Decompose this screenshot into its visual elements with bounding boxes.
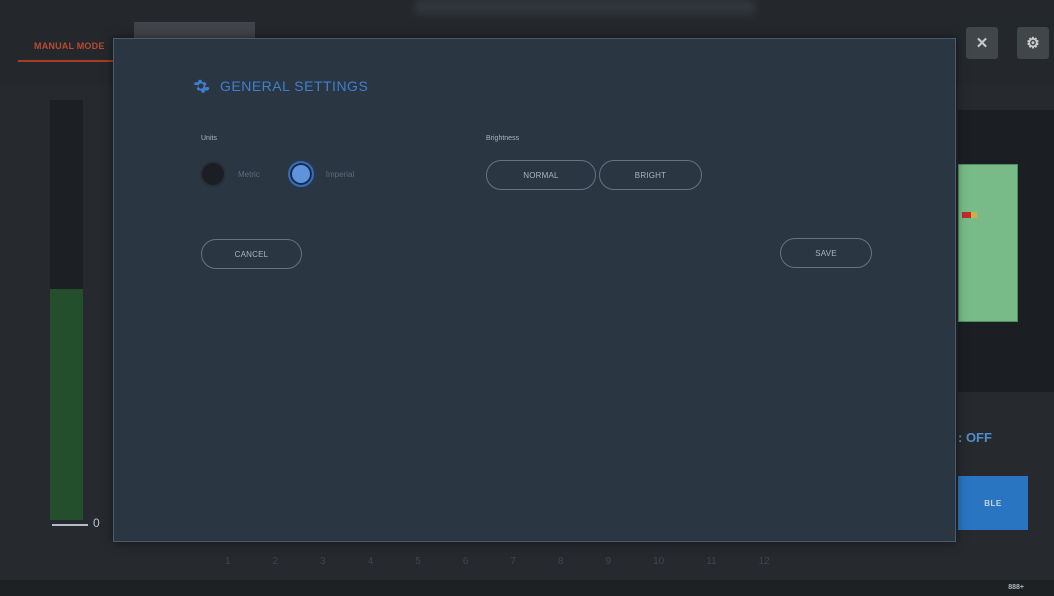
gear-icon: [193, 79, 210, 93]
radio-metric[interactable]: [200, 161, 226, 187]
brightness-bright-button[interactable]: BRIGHT: [599, 160, 702, 190]
units-radio-group: Metric Imperial: [200, 161, 382, 187]
cancel-button[interactable]: CANCEL: [201, 239, 302, 269]
brightness-label: Brightness: [486, 135, 520, 142]
dialog-title: GENERAL SETTINGS: [220, 78, 369, 94]
brightness-normal-button[interactable]: NORMAL: [486, 160, 596, 190]
settings-dialog: GENERAL SETTINGS Units Metric Imperial B…: [113, 38, 956, 542]
radio-imperial-label[interactable]: Imperial: [326, 170, 354, 179]
radio-imperial[interactable]: [287, 161, 314, 187]
units-label: Units: [201, 135, 217, 142]
dialog-header: GENERAL SETTINGS: [192, 77, 368, 95]
save-button[interactable]: SAVE: [780, 238, 872, 268]
radio-metric-label[interactable]: Metric: [238, 170, 260, 179]
